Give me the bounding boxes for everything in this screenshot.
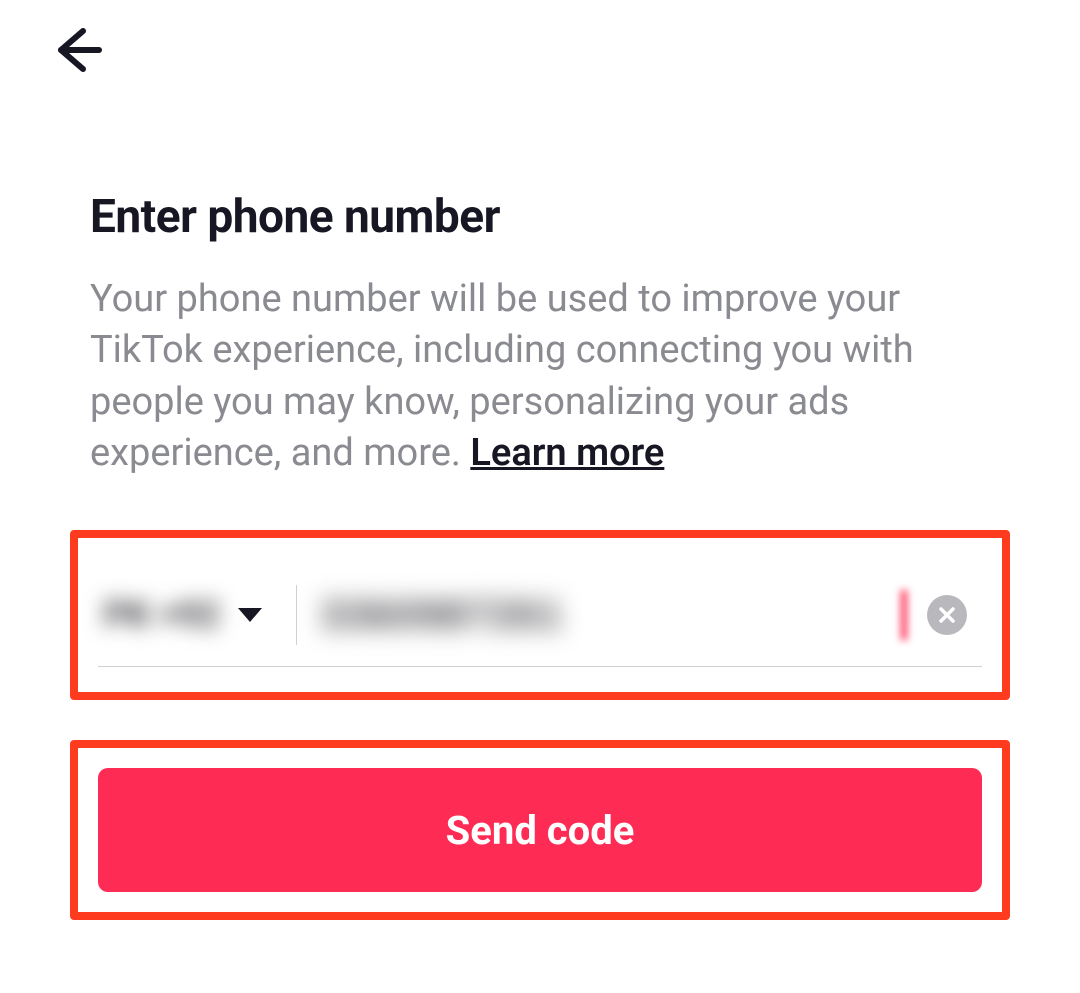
country-code-selector[interactable]: PK +92 (98, 594, 272, 636)
x-icon (937, 605, 957, 625)
text-cursor (901, 590, 907, 640)
arrow-left-icon (53, 25, 103, 75)
back-button[interactable] (48, 20, 108, 80)
send-code-button[interactable]: Send code (98, 768, 982, 892)
phone-number-input[interactable] (321, 593, 907, 638)
phone-input-highlight: PK +92 (70, 530, 1010, 700)
send-code-highlight: Send code (70, 740, 1010, 920)
description-text: Your phone number will be used to improv… (90, 274, 1000, 479)
caret-down-icon (238, 608, 262, 622)
send-code-label: Send code (446, 807, 635, 854)
phone-input-row: PK +92 (98, 548, 982, 682)
input-underline (98, 666, 982, 667)
vertical-divider (296, 585, 297, 645)
page-title: Enter phone number (90, 190, 1000, 244)
learn-more-link[interactable]: Learn more (470, 431, 664, 475)
main-content: Enter phone number Your phone number wil… (90, 190, 1000, 479)
country-code-value: PK +92 (104, 594, 220, 636)
clear-input-button[interactable] (927, 595, 967, 635)
